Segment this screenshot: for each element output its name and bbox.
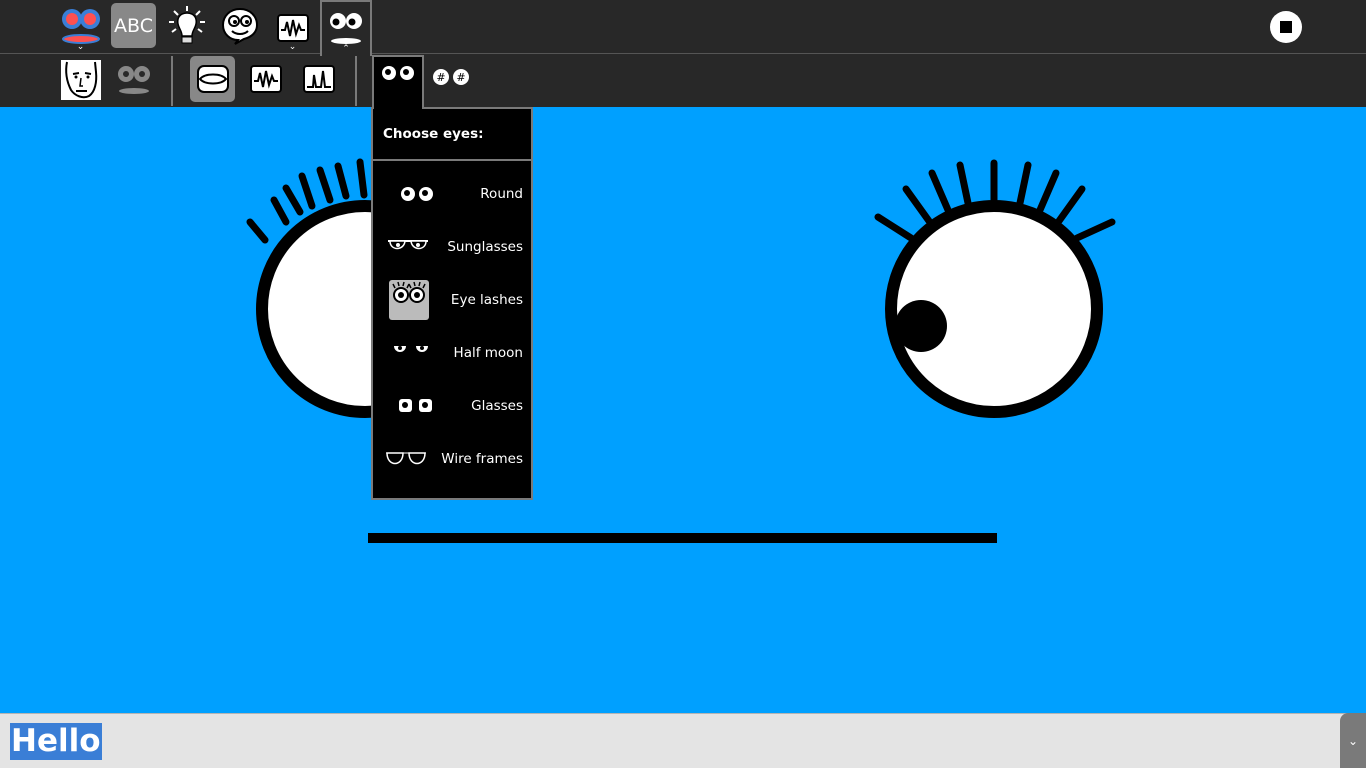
chevron-up-icon: ⌃ bbox=[342, 44, 350, 54]
eyes-option-wire-frames[interactable]: Wire frames bbox=[373, 432, 531, 485]
face-photo-button[interactable] bbox=[58, 57, 103, 102]
right-pupil bbox=[895, 300, 947, 352]
spectrum-button[interactable] bbox=[296, 56, 341, 102]
lightbulb-icon bbox=[168, 5, 205, 43]
eyes-option-glasses[interactable]: Glasses bbox=[373, 379, 531, 432]
face-photo-icon bbox=[60, 59, 101, 100]
speech-text-input[interactable]: Hello bbox=[10, 723, 102, 760]
eyes-option-round[interactable]: Round bbox=[373, 167, 531, 220]
face-toolbar: # # bbox=[0, 54, 1366, 107]
text-mode-button[interactable]: ABC bbox=[111, 3, 156, 48]
half-moon-eyes-icon bbox=[394, 346, 428, 352]
svg-text:#: # bbox=[456, 71, 465, 84]
option-label: Eye lashes bbox=[450, 291, 523, 308]
chevron-down-icon: ⌄ bbox=[288, 42, 297, 52]
option-label: Half moon bbox=[453, 344, 523, 361]
svg-text:#: # bbox=[436, 71, 445, 84]
toolbar-separator bbox=[171, 56, 173, 106]
speech-entry-bar[interactable]: Hello bbox=[0, 713, 1366, 768]
eyes-option-half-moon[interactable]: Half moon bbox=[373, 326, 531, 379]
eyes-palette: Choose eyes: Round Sunglasses Eye lashes… bbox=[371, 107, 533, 500]
speech-face-icon bbox=[221, 7, 258, 45]
sunglasses-icon bbox=[388, 239, 428, 249]
face-button[interactable]: ⌃ bbox=[320, 0, 372, 56]
main-toolbar: ⌄ ABC ⌄ ⌃ bbox=[0, 0, 1366, 56]
stop-button[interactable] bbox=[1268, 9, 1303, 44]
lightbulb-button[interactable] bbox=[164, 3, 209, 48]
eyes-icon bbox=[382, 66, 414, 80]
abc-icon: ABC bbox=[114, 14, 153, 37]
palette-header: Choose eyes: bbox=[373, 109, 531, 161]
mouth-line bbox=[368, 533, 997, 543]
waveform-icon bbox=[249, 65, 282, 93]
round-eyes-icon bbox=[401, 186, 433, 201]
palette-title: Choose eyes: bbox=[383, 126, 484, 142]
eyes-option-eye-lashes[interactable]: Eye lashes bbox=[373, 273, 531, 326]
history-dropdown-button[interactable]: ⌄ bbox=[1340, 713, 1366, 768]
face-canvas bbox=[246, 158, 1116, 418]
chevron-down-icon: ⌄ bbox=[76, 42, 85, 52]
eyes-mouth-button[interactable] bbox=[111, 57, 156, 102]
spectrum-icon bbox=[302, 65, 335, 93]
face-icon bbox=[330, 13, 362, 44]
wire-frames-icon bbox=[386, 451, 426, 464]
hash-eyes-icon: # # bbox=[433, 69, 469, 85]
mouth-icon bbox=[196, 65, 229, 93]
palette-tab-hash-eyes[interactable]: # # bbox=[428, 58, 474, 96]
glasses-icon bbox=[399, 398, 432, 412]
activity-button[interactable]: ⌄ bbox=[58, 2, 103, 54]
stop-icon bbox=[1269, 10, 1302, 43]
palette-tab-eyes[interactable] bbox=[372, 55, 424, 109]
waveform-button[interactable] bbox=[243, 56, 288, 102]
option-label: Sunglasses bbox=[447, 238, 523, 255]
mouth-button[interactable] bbox=[190, 56, 235, 102]
eyes-mouth-icon bbox=[117, 65, 150, 94]
option-label: Round bbox=[480, 185, 523, 202]
option-label: Glasses bbox=[471, 397, 523, 414]
toolbar-separator bbox=[355, 56, 357, 106]
eye-lashes-icon bbox=[389, 279, 429, 320]
eyes-option-sunglasses[interactable]: Sunglasses bbox=[373, 220, 531, 273]
waveform-icon bbox=[276, 14, 309, 42]
right-eye bbox=[874, 159, 1116, 418]
option-label: Wire frames bbox=[441, 450, 523, 467]
chevron-down-icon: ⌄ bbox=[1347, 733, 1359, 748]
voice-button[interactable]: ⌄ bbox=[270, 2, 315, 54]
chat-button[interactable] bbox=[217, 3, 262, 48]
